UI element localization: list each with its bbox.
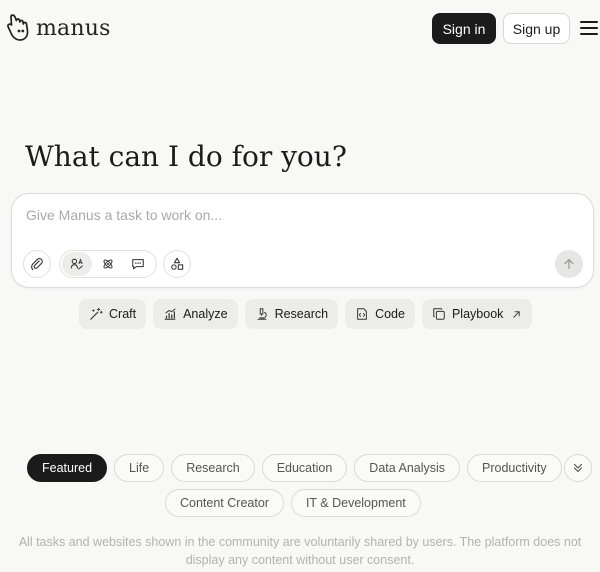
header: manus Sign in Sign up [0, 0, 600, 56]
category-data-analysis[interactable]: Data Analysis [354, 454, 461, 482]
sign-up-button[interactable]: Sign up [503, 13, 570, 44]
chat-mode-button[interactable] [123, 252, 153, 276]
copy-icon [433, 308, 445, 320]
chevrons-down-icon [573, 463, 583, 473]
integration-mode-button[interactable] [93, 252, 123, 276]
quick-actions: Craft Analyze Research Code Playbook [79, 299, 539, 329]
shapes-icon [171, 257, 184, 270]
tools-button[interactable] [163, 250, 191, 278]
quick-action-craft[interactable]: Craft [79, 299, 147, 329]
quick-action-label: Craft [109, 307, 137, 321]
microscope-icon [257, 308, 267, 320]
send-button[interactable] [555, 250, 583, 278]
quick-action-label: Research [274, 307, 329, 321]
paperclip-icon [31, 258, 43, 271]
integration-icon [102, 259, 113, 269]
manus-hand-icon [7, 14, 29, 41]
category-content-creator[interactable]: Content Creator [165, 489, 284, 517]
quick-action-research[interactable]: Research [244, 299, 339, 329]
code-file-icon [357, 308, 367, 320]
brand-name: manus [36, 15, 111, 41]
wand-icon [90, 307, 103, 320]
arrow-up-icon [564, 258, 574, 270]
agent-mode-button[interactable] [62, 252, 92, 276]
category-featured[interactable]: Featured [27, 454, 108, 482]
expand-categories-button[interactable] [564, 454, 592, 482]
brand-logo[interactable]: manus [6, 12, 111, 44]
chart-icon [164, 308, 176, 320]
mode-selector [59, 250, 157, 278]
quick-action-label: Playbook [451, 307, 504, 321]
task-input[interactable] [26, 207, 566, 229]
quick-action-code[interactable]: Code [345, 299, 415, 329]
page-title: What can I do for you? [25, 140, 347, 173]
category-it-development[interactable]: IT & Development [290, 489, 421, 517]
category-life[interactable]: Life [114, 454, 165, 482]
task-composer [11, 193, 594, 288]
external-link-icon [513, 310, 521, 318]
quick-action-analyze[interactable]: Analyze [153, 299, 238, 329]
quick-action-label: Code [375, 307, 405, 321]
chat-icon [132, 259, 144, 270]
community-disclaimer: All tasks and websites shown in the comm… [18, 535, 582, 567]
hamburger-icon[interactable] [580, 19, 598, 37]
category-filters: Featured Life Research Education Data An… [27, 454, 569, 482]
quick-action-playbook[interactable]: Playbook [421, 299, 533, 329]
category-research[interactable]: Research [171, 454, 255, 482]
category-education[interactable]: Education [261, 454, 348, 482]
category-productivity[interactable]: Productivity [467, 454, 562, 482]
sign-in-button[interactable]: Sign in [432, 13, 496, 44]
agent-mode-icon [70, 258, 83, 270]
attach-button[interactable] [23, 250, 51, 278]
category-filters-row2: Content Creator IT & Development [165, 489, 428, 517]
quick-action-label: Analyze [183, 307, 228, 321]
